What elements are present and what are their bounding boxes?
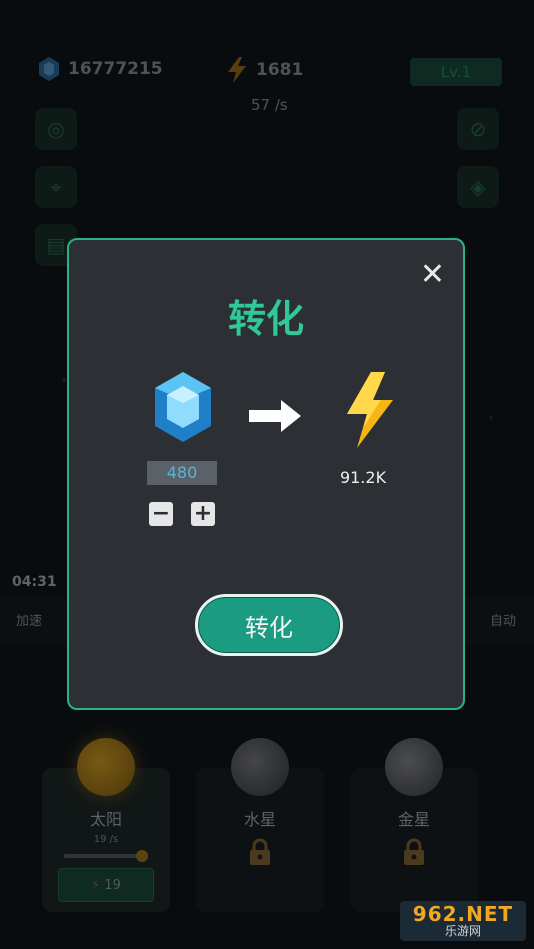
- plus-icon: +: [193, 501, 213, 526]
- conversion-result: 91.2K: [339, 468, 387, 487]
- dialog-title: 转化: [227, 297, 304, 341]
- watermark-sub: 乐游网: [444, 923, 481, 938]
- site-watermark: 962.NET 乐游网: [400, 901, 526, 941]
- decrease-button[interactable]: −: [149, 502, 173, 526]
- increase-button[interactable]: +: [191, 502, 215, 526]
- minus-icon: −: [151, 501, 171, 526]
- lightning-icon: [347, 372, 393, 448]
- convert-button[interactable]: 转化: [195, 594, 343, 656]
- arrow-right-icon: [249, 400, 301, 432]
- watermark-main: 962.NET: [412, 901, 514, 926]
- gem-icon: [155, 372, 211, 442]
- amount-input[interactable]: 480: [147, 461, 217, 485]
- convert-dialog: ✕ 转化 480 − + 91.2K 转化: [67, 238, 465, 710]
- close-icon[interactable]: ✕: [420, 260, 445, 290]
